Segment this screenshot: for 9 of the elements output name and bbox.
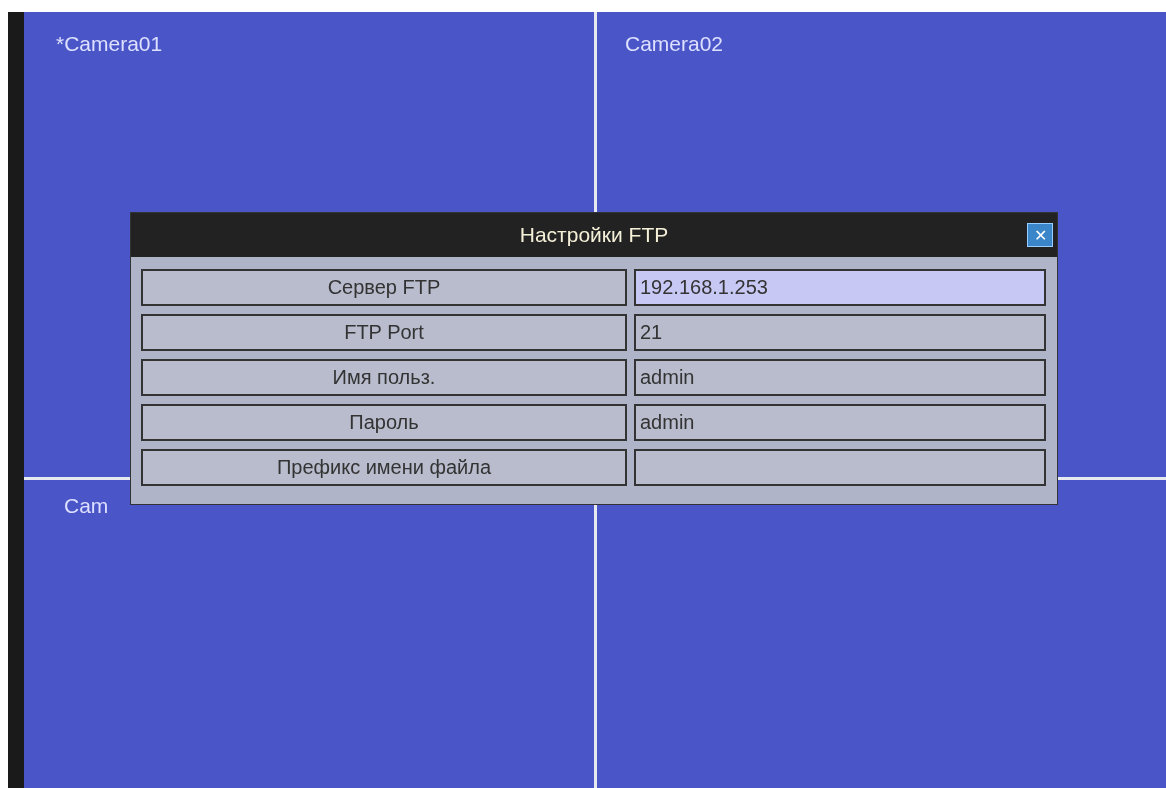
- field-label: Сервер FTP: [141, 269, 627, 306]
- camera-label: Camera02: [625, 32, 724, 55]
- field-label: Пароль: [141, 404, 627, 441]
- field-label: Имя польз.: [141, 359, 627, 396]
- field-label: Префикс имени файла: [141, 449, 627, 486]
- dialog-title: Настройки FTP: [519, 223, 669, 247]
- camera-label: *Camera01: [56, 32, 163, 55]
- camera-label: Cam: [64, 494, 109, 517]
- field-label: FTP Port: [141, 314, 627, 351]
